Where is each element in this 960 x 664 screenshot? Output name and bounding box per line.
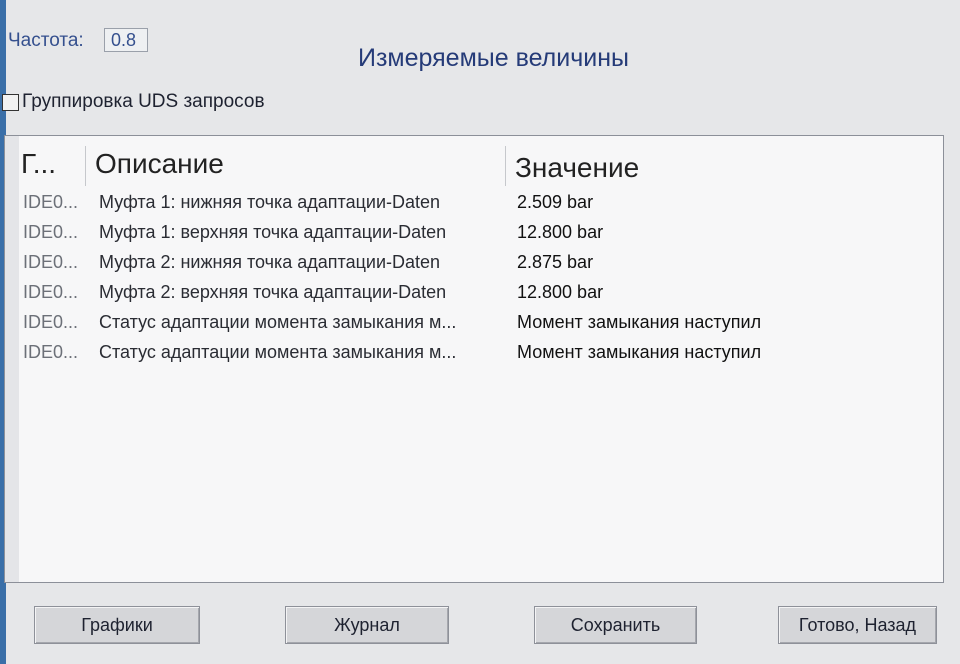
uds-grouping-label: Группировка UDS запросов bbox=[22, 91, 265, 112]
row-value: 12.800 bar bbox=[517, 222, 604, 242]
table-row[interactable]: IDE0... Муфта 2: нижняя точка адаптации-… bbox=[23, 252, 923, 280]
row-value: Момент замыкания наступил bbox=[517, 342, 762, 362]
table-row[interactable]: IDE0... Статус адаптации момента замыкан… bbox=[23, 342, 923, 370]
row-id: IDE0... bbox=[23, 312, 79, 332]
row-description: Муфта 2: верхняя точка адаптации-Daten bbox=[99, 282, 447, 302]
column-header-value[interactable]: Значение bbox=[515, 152, 639, 184]
row-value: 2.875 bar bbox=[517, 252, 594, 272]
column-divider[interactable] bbox=[505, 146, 506, 186]
column-divider[interactable] bbox=[85, 146, 86, 186]
save-button[interactable]: Сохранить bbox=[534, 606, 697, 644]
row-description: Статус адаптации момента замыкания м... bbox=[99, 342, 457, 362]
row-description: Муфта 1: верхняя точка адаптации-Daten bbox=[99, 222, 447, 242]
column-header-description[interactable]: Описание bbox=[95, 148, 224, 180]
row-description: Статус адаптации момента замыкания м... bbox=[99, 312, 457, 332]
row-description: Муфта 1: нижняя точка адаптации-Daten bbox=[99, 192, 441, 212]
row-value: Момент замыкания наступил bbox=[517, 312, 762, 332]
frequency-label: Частота: bbox=[8, 30, 84, 51]
row-description: Муфта 2: нижняя точка адаптации-Daten bbox=[99, 252, 441, 272]
row-value: 2.509 bar bbox=[517, 192, 594, 212]
row-id: IDE0... bbox=[23, 192, 79, 212]
table-row[interactable]: IDE0... Муфта 1: нижняя точка адаптации-… bbox=[23, 192, 923, 220]
column-header-group[interactable]: Г... bbox=[21, 148, 56, 180]
row-id: IDE0... bbox=[23, 222, 79, 242]
uds-grouping-option[interactable]: Группировка UDS запросов bbox=[2, 90, 265, 114]
measurements-list[interactable]: Г... Описание Значение IDE0... Муфта 1: … bbox=[4, 135, 944, 583]
table-row[interactable]: IDE0... Статус адаптации момента замыкан… bbox=[23, 312, 923, 340]
graphs-button[interactable]: Графики bbox=[34, 606, 200, 644]
table-row[interactable]: IDE0... Муфта 1: верхняя точка адаптации… bbox=[23, 222, 923, 250]
table-row[interactable]: IDE0... Муфта 2: верхняя точка адаптации… bbox=[23, 282, 923, 310]
frequency-input[interactable] bbox=[104, 28, 148, 52]
row-id: IDE0... bbox=[23, 342, 79, 362]
list-header: Г... Описание Значение bbox=[19, 144, 943, 188]
uds-grouping-checkbox[interactable] bbox=[2, 93, 19, 111]
row-id: IDE0... bbox=[23, 252, 79, 272]
row-id: IDE0... bbox=[23, 282, 79, 302]
log-button[interactable]: Журнал bbox=[285, 606, 449, 644]
done-back-button[interactable]: Готово, Назад bbox=[778, 606, 937, 644]
row-value: 12.800 bar bbox=[517, 282, 604, 302]
window-title: Измеряемые величины bbox=[358, 44, 629, 72]
